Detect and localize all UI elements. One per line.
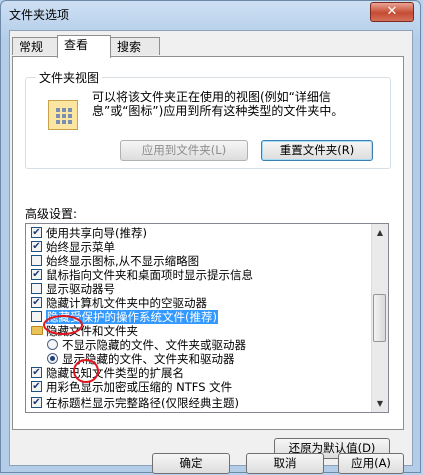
folder-views-legend: 文件夹视图: [36, 69, 103, 86]
window-title: 文件夹选项: [9, 8, 70, 22]
checkbox[interactable]: ✔: [31, 241, 42, 252]
check-icon: ✔: [32, 227, 41, 238]
tab-view[interactable]: 查看: [57, 35, 111, 58]
check-icon: ✔: [32, 269, 41, 280]
folder-icon: [31, 326, 43, 335]
checkbox[interactable]: ✔: [31, 397, 42, 408]
list-item-label: 显示隐藏的文件、文件夹和驱动器: [62, 352, 235, 366]
scroll-up-icon[interactable]: ▲: [372, 224, 388, 241]
checkbox[interactable]: [31, 255, 42, 266]
view-tab-panel: 文件夹视图 可以将该文件夹正在使用的视图(例如“详细信息”或“图标”)应用到所有…: [12, 56, 404, 459]
folder-views-group: 文件夹视图 可以将该文件夹正在使用的视图(例如“详细信息”或“图标”)应用到所有…: [25, 69, 391, 169]
radio-button[interactable]: [47, 353, 58, 364]
folder-view-icon: [48, 100, 78, 130]
check-icon: ✔: [32, 241, 41, 252]
dialog-body: 常规 查看 搜索 文件夹视图 可以将该文件夹正在使用的视图(例如“详细信息”或“…: [9, 30, 413, 474]
checkbox[interactable]: [31, 283, 42, 294]
folder-options-dialog: 文件夹选项 ✕ 常规 查看 搜索 文件夹视图 可以将该文件夹正在使用的视图(例如…: [0, 0, 421, 474]
list-item-label: 在标题栏显示完整路径(仅限经典主题): [46, 396, 239, 410]
cancel-button[interactable]: 取消: [246, 453, 324, 474]
scroll-down-icon[interactable]: ▼: [372, 395, 388, 412]
check-icon: ✔: [32, 381, 41, 392]
reset-folders-button[interactable]: 重置文件夹(R): [261, 140, 373, 161]
list-item-label: 显示驱动器号: [46, 282, 115, 296]
folder-views-description: 可以将该文件夹正在使用的视图(例如“详细信息”或“图标”)应用到所有这种类型的文…: [92, 90, 344, 118]
checkbox[interactable]: ✔: [31, 297, 42, 308]
checkbox[interactable]: ✔: [31, 269, 42, 280]
tab-general[interactable]: 常规: [12, 37, 58, 55]
list-item-label: 隐藏文件和文件夹: [46, 324, 138, 338]
list-item-label: 始终显示菜单: [46, 240, 115, 254]
list-item-label: 用彩色显示加密或压缩的 NTFS 文件: [46, 380, 233, 394]
list-item-label: 隐藏受保护的操作系统文件(推荐): [46, 310, 218, 324]
checkbox[interactable]: ✔: [31, 227, 42, 238]
checkbox[interactable]: [31, 311, 42, 322]
ok-button[interactable]: 确定: [152, 453, 230, 474]
vertical-scrollbar[interactable]: ▲ ▼: [371, 224, 388, 412]
apply-to-folders-button[interactable]: 应用到文件夹(L): [120, 140, 248, 161]
list-item-label: 隐藏已知文件类型的扩展名: [46, 366, 184, 380]
tab-search[interactable]: 搜索: [110, 37, 160, 55]
radio-button[interactable]: [47, 339, 58, 350]
close-icon: ✕: [386, 4, 398, 19]
check-icon: ✔: [32, 397, 41, 408]
list-item-label: 隐藏计算机文件夹中的空驱动器: [46, 296, 207, 310]
advanced-settings-list[interactable]: ✔ 使用共享向导(推荐) ✔ 始终显示菜单 始终显示图标,从不显示缩略图 ✔ 鼠…: [25, 223, 389, 413]
advanced-settings-label: 高级设置:: [25, 207, 78, 221]
title-bar[interactable]: 文件夹选项 ✕: [1, 1, 420, 27]
list-item-label: 使用共享向导(推荐): [46, 226, 147, 240]
list-item-label: 鼠标指向文件夹和桌面项时显示提示信息: [46, 268, 253, 282]
check-icon: ✔: [32, 297, 41, 308]
apply-button[interactable]: 应用(A): [338, 453, 404, 474]
checkbox[interactable]: ✔: [31, 367, 42, 378]
check-icon: ✔: [32, 367, 41, 378]
list-item-label: 始终显示图标,从不显示缩略图: [46, 254, 200, 268]
checkbox[interactable]: ✔: [31, 381, 42, 392]
scrollbar-thumb[interactable]: [373, 294, 386, 342]
close-button[interactable]: ✕: [370, 2, 414, 22]
list-item-label: 不显示隐藏的文件、文件夹或驱动器: [62, 338, 246, 352]
